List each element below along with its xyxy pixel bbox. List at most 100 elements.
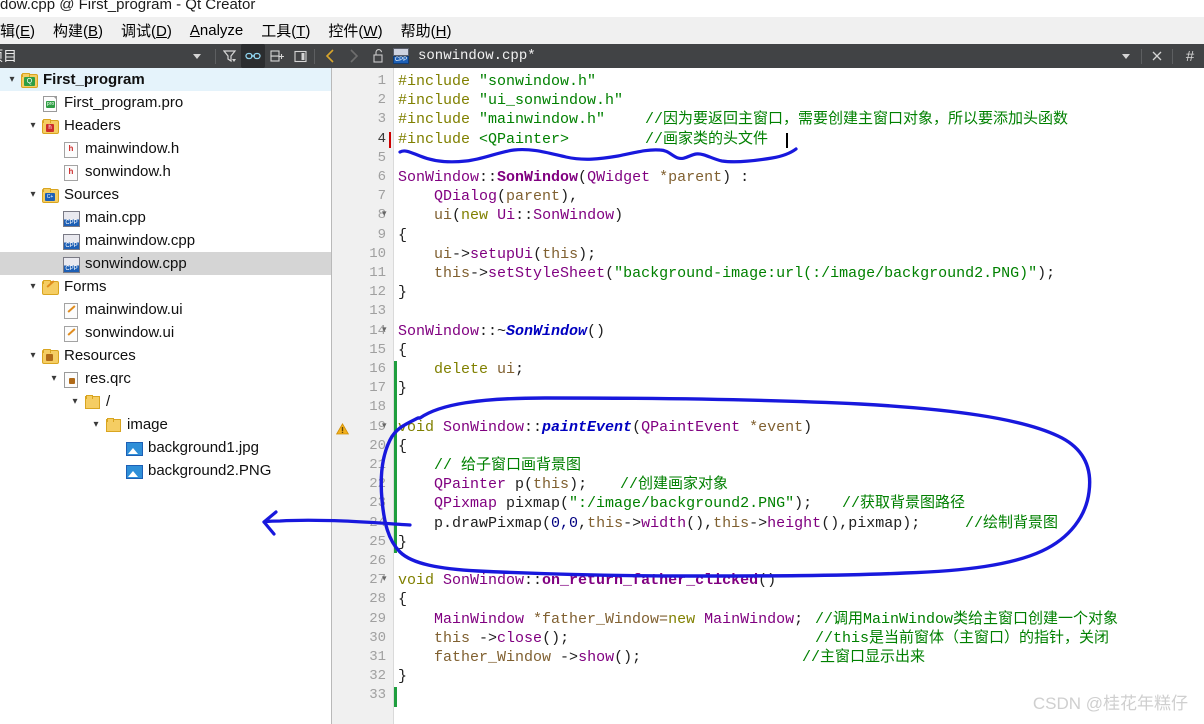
line-number: 16 xyxy=(369,361,386,377)
code-line[interactable]: #include "sonwindow.h" xyxy=(398,73,596,91)
menu-item-a[interactable]: Analyze xyxy=(181,20,252,41)
chevron-down-icon[interactable]: ▾ xyxy=(25,120,41,131)
code-token: ) xyxy=(803,418,813,436)
code-line[interactable]: QDialog(parent), xyxy=(398,188,578,206)
tree-item-mainwindow-ui[interactable]: mainwindow.ui xyxy=(0,298,331,321)
menu-item-t[interactable]: 工具(T) xyxy=(252,18,319,43)
navigate-back-icon[interactable] xyxy=(318,44,342,68)
menu-item-w[interactable]: 控件(W) xyxy=(319,18,391,43)
code-line[interactable]: void SonWindow::paintEvent(QPaintEvent *… xyxy=(398,419,812,437)
menu-item-d[interactable]: 调试(D) xyxy=(112,18,181,43)
code-line[interactable]: { xyxy=(398,342,407,360)
inline-comment: //因为要返回主窗口，需要创建主窗口对象，所以要添加头函数 xyxy=(645,111,1069,129)
code-line[interactable]: p.drawPixmap(0,0,this->width(),this->hei… xyxy=(398,515,920,533)
code-line[interactable]: delete ui; xyxy=(398,361,524,379)
split-marker-label[interactable]: # xyxy=(1176,48,1204,65)
code-line[interactable]: #include "ui_sonwindow.h" xyxy=(398,92,623,110)
code-line[interactable]: ui(new Ui::SonWindow) xyxy=(398,207,623,225)
project-panel-header[interactable]: 项目 xyxy=(0,44,212,68)
code-line[interactable]: { xyxy=(398,227,407,245)
chevron-down-icon[interactable]: ▾ xyxy=(46,373,62,384)
menu-item-h[interactable]: 帮助(H) xyxy=(392,18,461,43)
tree-item-label: mainwindow.ui xyxy=(85,301,183,318)
line-number: 3 xyxy=(377,111,386,128)
tree-item-sonwindow-h[interactable]: h sonwindow.h xyxy=(0,160,331,183)
chevron-down-icon[interactable]: ▾ xyxy=(88,419,104,430)
fold-toggle-icon[interactable]: ▾ xyxy=(382,324,387,335)
filter-icon[interactable] xyxy=(219,44,241,68)
code-line[interactable]: { xyxy=(398,438,407,456)
line-number: 12 xyxy=(369,284,386,301)
line-number: 10 xyxy=(369,245,386,262)
code-editor[interactable]: 1 2 3 4 5 6 7 8 ▾ 9 10 11 12 13 14 ▾ 15 16 17 18 19 ▾ 20 21 22 23… xyxy=(332,68,1204,724)
code-token: #include xyxy=(398,92,480,110)
code-line[interactable]: father_Window ->show(); xyxy=(398,649,641,667)
menu-item-e[interactable]: 辑(E) xyxy=(0,18,44,43)
unlock-icon[interactable] xyxy=(366,44,390,68)
tree-item-background1-jpg[interactable]: background1.jpg xyxy=(0,436,331,459)
warning-icon[interactable] xyxy=(335,422,350,434)
code-line[interactable]: } xyxy=(398,668,407,686)
line-number: 17 xyxy=(369,380,386,397)
code-line[interactable]: } xyxy=(398,284,407,302)
code-line[interactable]: MainWindow *father_Window=new MainWindow… xyxy=(398,611,803,629)
change-marker xyxy=(394,361,397,553)
inline-comment: //画家类的头文件 xyxy=(645,130,769,148)
tree-item-sonwindow-ui[interactable]: sonwindow.ui xyxy=(0,321,331,344)
code-token: { xyxy=(398,341,408,359)
code-line[interactable]: QPainter p(this); xyxy=(398,476,587,494)
tree-item-headers[interactable]: ▾ h Headers xyxy=(0,114,331,137)
navigate-forward-icon[interactable] xyxy=(342,44,366,68)
code-line[interactable]: void SonWindow::on_return_father_clicked… xyxy=(398,572,776,590)
tree-item-background2-png[interactable]: background2.PNG xyxy=(0,459,331,482)
chevron-down-icon[interactable]: ▾ xyxy=(4,74,20,85)
menu-item-b[interactable]: 构建(B) xyxy=(44,18,112,43)
tree-item-image[interactable]: ▾ image xyxy=(0,413,331,436)
tree-item-sources[interactable]: ▾ C+ Sources xyxy=(0,183,331,206)
tree-item-main-cpp[interactable]: CPP main.cpp xyxy=(0,206,331,229)
code-line[interactable]: { xyxy=(398,591,407,609)
active-file-tab-label[interactable]: sonwindow.cpp* xyxy=(418,48,536,64)
code-line[interactable]: this->setStyleSheet("background-image:ur… xyxy=(398,265,1055,283)
fold-toggle-icon[interactable]: ▾ xyxy=(382,420,387,431)
chevron-down-icon[interactable] xyxy=(192,44,202,68)
menubar: 辑(E) 构建(B) 调试(D) Analyze 工具(T) 控件(W) 帮助(H) xyxy=(0,17,1204,45)
code-line[interactable]: SonWindow::SonWindow(QWidget *parent) : xyxy=(398,169,749,187)
fold-toggle-icon[interactable]: ▾ xyxy=(382,573,387,584)
code-line[interactable]: this ->close(); xyxy=(398,630,569,648)
tree-item-[interactable]: ▾ / xyxy=(0,390,331,413)
split-add-icon[interactable] xyxy=(265,44,289,68)
tree-item-forms[interactable]: ▾ Forms xyxy=(0,275,331,298)
chevron-down-icon[interactable]: ▾ xyxy=(25,281,41,292)
code-line[interactable]: // 给子窗口画背景图 xyxy=(398,457,581,475)
close-icon[interactable] xyxy=(1145,44,1169,68)
inline-comment: //获取背景图路径 xyxy=(842,495,966,513)
tree-item-mainwindow-cpp[interactable]: CPP mainwindow.cpp xyxy=(0,229,331,252)
chevron-down-icon[interactable]: ▾ xyxy=(67,396,83,407)
tree-item-first-program-pro[interactable]: pro First_program.pro xyxy=(0,91,331,114)
tree-item-first-program[interactable]: ▾ Q First_program xyxy=(0,68,331,91)
project-tree[interactable]: ▾ Q First_program pro First_program.pro ▾ h Hea… xyxy=(0,68,332,724)
code-line[interactable]: } xyxy=(398,380,407,398)
tree-item-resources[interactable]: ▾ Resources xyxy=(0,344,331,367)
tree-item-sonwindow-cpp[interactable]: CPP sonwindow.cpp xyxy=(0,252,331,275)
code-line[interactable]: } xyxy=(398,534,407,552)
link-icon[interactable] xyxy=(241,44,265,68)
tree-item-label: Headers xyxy=(64,117,121,134)
code-line[interactable]: #include "mainwindow.h" xyxy=(398,111,605,129)
chevron-down-icon[interactable]: ▾ xyxy=(25,350,41,361)
cpp-file-icon: CPP xyxy=(62,256,80,273)
code-token: ( xyxy=(578,169,588,186)
code-line[interactable]: SonWindow::~SonWindow() xyxy=(398,323,605,341)
code-line[interactable]: ui->setupUi(this); xyxy=(398,246,596,264)
file-list-chevron-down-icon[interactable] xyxy=(1114,44,1138,68)
fold-toggle-icon[interactable]: ▾ xyxy=(382,208,387,219)
chevron-down-icon[interactable]: ▾ xyxy=(25,189,41,200)
tree-item-label: mainwindow.h xyxy=(85,140,180,157)
code-line[interactable]: #include <QPainter> xyxy=(398,131,569,149)
tree-item-res-qrc[interactable]: ▾ res.qrc xyxy=(0,367,331,390)
code-line[interactable]: QPixmap pixmap(":/image/background2.PNG"… xyxy=(398,495,812,513)
line-number: 27 xyxy=(369,572,386,589)
tree-item-mainwindow-h[interactable]: h mainwindow.h xyxy=(0,137,331,160)
minimize-pane-icon[interactable] xyxy=(289,44,311,68)
